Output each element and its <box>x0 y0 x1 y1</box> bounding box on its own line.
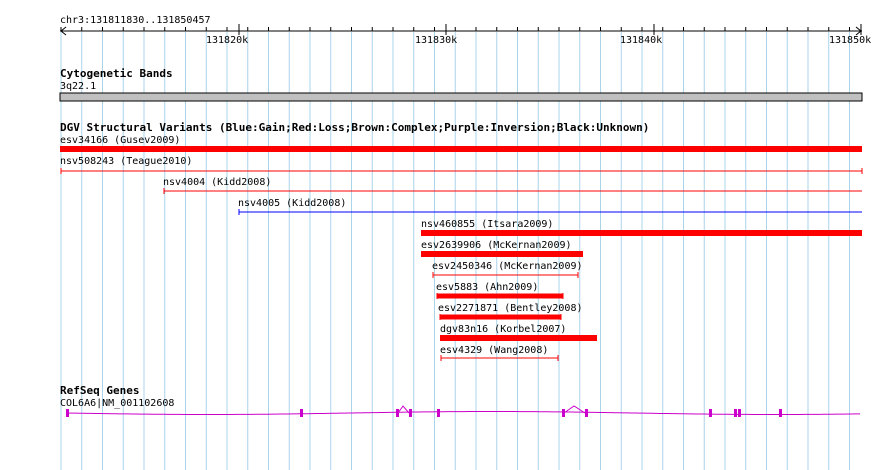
dgv-track-title: DGV Structural Variants (Blue:Gain;Red:L… <box>60 121 650 134</box>
variant-label[interactable]: esv2450346 (McKernan2009) <box>432 261 583 273</box>
gene-label[interactable]: COL6A6|NM_001102608 <box>60 398 174 410</box>
variant-label[interactable]: esv2639906 (McKernan2009) <box>421 240 572 252</box>
gene-intron-line <box>67 411 861 415</box>
gene-exon <box>409 409 412 417</box>
variant-label[interactable]: nsv508243 (Teague2010) <box>60 156 192 168</box>
ruler-tick-label-1: 131820k <box>206 35 249 46</box>
cytoband-label: 3q22.1 <box>60 81 97 92</box>
gene-exon <box>437 409 440 417</box>
refseq-track-title: RefSeq Genes <box>60 384 140 397</box>
gene-exon <box>66 409 69 417</box>
gene-exon <box>738 409 741 417</box>
variant-label[interactable]: nsv4004 (Kidd2008) <box>163 177 271 189</box>
variant-label[interactable]: esv2271871 (Bentley2008) <box>438 303 583 315</box>
variant-label[interactable]: esv4329 (Wang2008) <box>440 345 548 357</box>
variant-label[interactable]: nsv460855 (Itsara2009) <box>421 219 553 231</box>
variant-label[interactable]: esv34166 (Gusev2009) <box>60 135 180 147</box>
cytoband-track-title: Cytogenetic Bands <box>60 67 173 80</box>
ruler-tick-label-2: 131830k <box>415 35 458 46</box>
ruler-tick-label-4: 131850k <box>829 35 872 46</box>
gene-exon <box>734 409 737 417</box>
variant-label[interactable]: nsv4005 (Kidd2008) <box>238 198 346 210</box>
gene-exon <box>585 409 588 417</box>
cytoband-track <box>59 92 863 102</box>
gene-exon <box>779 409 782 417</box>
gene-exon <box>300 409 303 417</box>
gene-exon <box>709 409 712 417</box>
variant-label[interactable]: esv5883 (Ahn2009) <box>436 282 538 294</box>
variant-bar <box>437 293 563 299</box>
cytoband-bar <box>59 92 863 102</box>
ruler-tick-label-3: 131840k <box>620 35 663 46</box>
variant-label[interactable]: dgv83n16 (Korbel2007) <box>440 324 566 336</box>
variant-bar <box>440 314 561 320</box>
ruler-track <box>60 24 862 36</box>
